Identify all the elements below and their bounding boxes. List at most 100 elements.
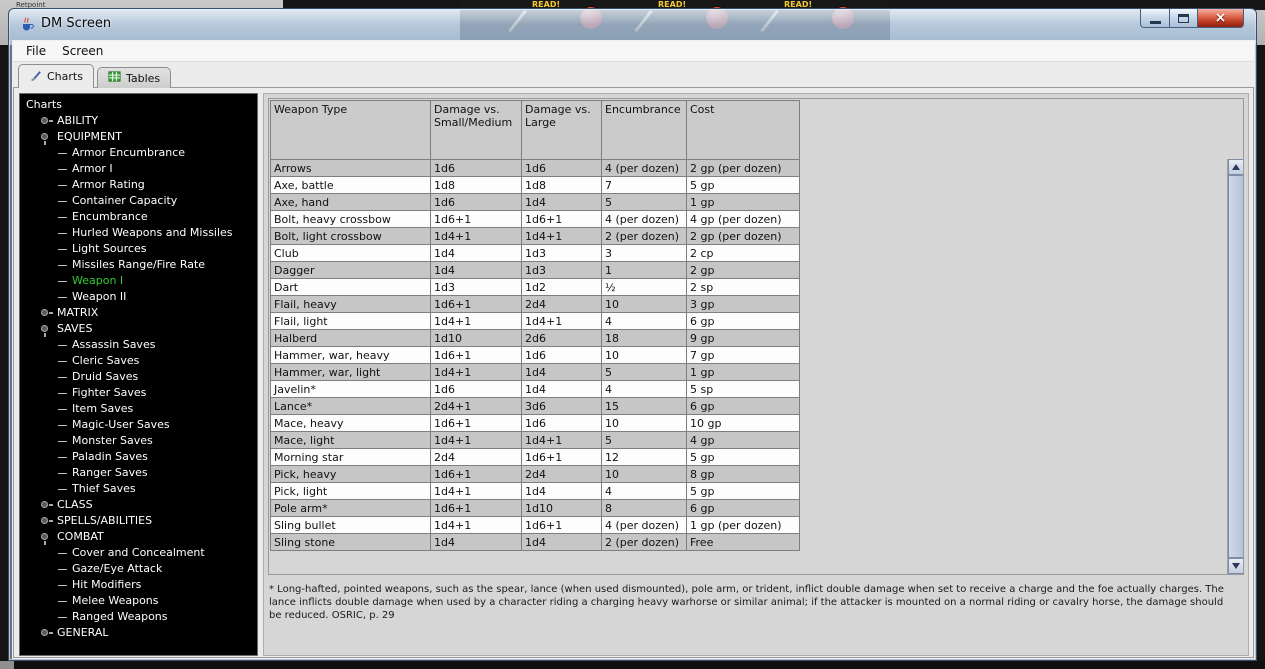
column-header-cost[interactable]: Cost — [686, 100, 800, 160]
expand-handle-icon[interactable] — [40, 500, 53, 511]
table-cell: 3 — [601, 244, 687, 262]
collapse-handle-icon[interactable] — [40, 532, 53, 545]
tree-item-saves[interactable]: SAVES — [20, 321, 257, 337]
table-row[interactable]: Hammer, war, light 1d4+1 1d4 5 1 gp — [270, 363, 800, 381]
tree-item-container-capacity[interactable]: Container Capacity — [20, 193, 257, 209]
tree-item-monster-saves[interactable]: Monster Saves — [20, 433, 257, 449]
tree-item-armor-rating[interactable]: Armor Rating — [20, 177, 257, 193]
tree-item-ranger-saves[interactable]: Ranger Saves — [20, 465, 257, 481]
column-header-encumbrance[interactable]: Encumbrance — [601, 100, 687, 160]
table-row[interactable]: Halberd 1d10 2d6 18 9 gp — [270, 329, 800, 347]
table-row[interactable]: Sling stone 1d4 1d4 2 (per dozen) Free — [270, 533, 800, 551]
tree-item-gaze-eye-attack[interactable]: Gaze/Eye Attack — [20, 561, 257, 577]
tree-item-druid-saves[interactable]: Druid Saves — [20, 369, 257, 385]
tree-item-class[interactable]: CLASS — [20, 497, 257, 513]
table-row[interactable]: Bolt, light crossbow 1d4+1 1d4+1 2 (per doz… — [270, 227, 800, 245]
table-row[interactable]: Pole arm* 1d6+1 1d10 8 6 gp — [270, 499, 800, 517]
table-row[interactable]: Flail, light 1d4+1 1d4+1 4 6 gp — [270, 312, 800, 330]
minimize-button[interactable] — [1140, 9, 1170, 28]
tree-root-label: Charts — [26, 98, 62, 111]
table-row[interactable]: Hammer, war, heavy 1d6+1 1d6 10 7 gp — [270, 346, 800, 364]
table-cell: 5 sp — [686, 380, 800, 398]
tree-item-weapon-ii[interactable]: Weapon II — [20, 289, 257, 305]
tree-item-armor-encumbrance[interactable]: Armor Encumbrance — [20, 145, 257, 161]
title-bar[interactable]: DM Screen × — [9, 9, 1256, 40]
tree-item-weapon-i[interactable]: Weapon I — [20, 273, 257, 289]
tree-item-matrix[interactable]: MATRIX — [20, 305, 257, 321]
table-row[interactable]: Javelin* 1d6 1d4 4 5 sp — [270, 380, 800, 398]
tree-item-armor-i[interactable]: Armor I — [20, 161, 257, 177]
tree-item-assassin-saves[interactable]: Assassin Saves — [20, 337, 257, 353]
table-row[interactable]: Flail, heavy 1d6+1 2d4 10 3 gp — [270, 295, 800, 313]
table-row[interactable]: Axe, battle 1d8 1d8 7 5 gp — [270, 176, 800, 194]
table-row[interactable]: Bolt, heavy crossbow 1d6+1 1d6+1 4 (per doz… — [270, 210, 800, 228]
tree-item-missiles-range-fire-rate[interactable]: Missiles Range/Fire Rate — [20, 257, 257, 273]
scrollbar-thumb[interactable] — [1228, 175, 1243, 558]
expand-handle-icon[interactable] — [40, 628, 53, 639]
tree-item-label: ABILITY — [57, 114, 99, 127]
table-cell: 2d4 — [521, 465, 602, 483]
tab-tables[interactable]: Tables — [96, 67, 172, 88]
tree-branch-line — [58, 568, 67, 570]
tree-item-paladin-saves[interactable]: Paladin Saves — [20, 449, 257, 465]
table-cell: ½ — [601, 278, 687, 296]
tree-item-encumbrance[interactable]: Encumbrance — [20, 209, 257, 225]
tree-item-general[interactable]: GENERAL — [20, 625, 257, 641]
scroll-up-button[interactable] — [1228, 159, 1243, 175]
expand-handle-icon[interactable] — [40, 308, 53, 319]
tree-item-thief-saves[interactable]: Thief Saves — [20, 481, 257, 497]
collapse-handle-icon[interactable] — [40, 132, 53, 145]
tree-item-equipment[interactable]: EQUIPMENT — [20, 129, 257, 145]
tree-item-combat[interactable]: COMBAT — [20, 529, 257, 545]
tree-item-ability[interactable]: ABILITY — [20, 113, 257, 129]
column-header-damage-vs-small-medium[interactable]: Damage vs. Small/Medium — [430, 100, 522, 160]
tree-item-cover-and-concealment[interactable]: Cover and Concealment — [20, 545, 257, 561]
tree-item-label: Druid Saves — [72, 370, 139, 383]
table-row[interactable]: Arrows 1d6 1d6 4 (per dozen) 2 gp (per dozen… — [270, 159, 800, 177]
table-row[interactable]: Mace, light 1d4+1 1d4+1 5 4 gp — [270, 431, 800, 449]
expand-handle-icon[interactable] — [40, 516, 53, 527]
table-row[interactable]: Mace, heavy 1d6+1 1d6 10 10 gp — [270, 414, 800, 432]
tree-root-charts[interactable]: Charts — [20, 97, 257, 113]
tree-item-spells-abilities[interactable]: SPELLS/ABILITIES — [20, 513, 257, 529]
maximize-button[interactable] — [1170, 9, 1198, 28]
tree-item-hurled-weapons-and-missiles[interactable]: Hurled Weapons and Missiles — [20, 225, 257, 241]
scroll-down-button[interactable] — [1228, 558, 1243, 574]
table-cell: 2d6 — [521, 329, 602, 347]
tree-item-melee-weapons[interactable]: Melee Weapons — [20, 593, 257, 609]
menu-file[interactable]: File — [18, 42, 54, 60]
tree-item-hit-modifiers[interactable]: Hit Modifiers — [20, 577, 257, 593]
table-cell: Bolt, light crossbow — [270, 227, 431, 245]
tab-charts[interactable]: Charts — [18, 64, 94, 88]
tree-item-ranged-weapons[interactable]: Ranged Weapons — [20, 609, 257, 625]
menu-screen[interactable]: Screen — [54, 42, 111, 60]
table-row[interactable]: Sling bullet 1d4+1 1d6+1 4 (per dozen) 1 gp … — [270, 516, 800, 534]
collapse-handle-icon[interactable] — [40, 324, 53, 337]
column-header-weapon-type[interactable]: Weapon Type — [270, 100, 431, 160]
table-cell: 1d4+1 — [430, 227, 522, 245]
table-cell: 1 gp — [686, 193, 800, 211]
table-cell: 1d4+1 — [430, 312, 522, 330]
java-cup-icon — [19, 16, 35, 32]
table-row[interactable]: Morning star 2d4 1d6+1 12 5 gp — [270, 448, 800, 466]
table-row[interactable]: Dart 1d3 1d2 ½ 2 sp — [270, 278, 800, 296]
table-row[interactable]: Club 1d4 1d3 3 2 cp — [270, 244, 800, 262]
table-row[interactable]: Dagger 1d4 1d3 1 2 gp — [270, 261, 800, 279]
table-cell: 4 — [601, 482, 687, 500]
table-cell: 7 — [601, 176, 687, 194]
vertical-scrollbar[interactable] — [1227, 159, 1243, 574]
table-row[interactable]: Pick, heavy 1d6+1 2d4 10 8 gp — [270, 465, 800, 483]
table-row[interactable]: Lance* 2d4+1 3d6 15 6 gp — [270, 397, 800, 415]
tree-item-light-sources[interactable]: Light Sources — [20, 241, 257, 257]
table-row[interactable]: Axe, hand 1d6 1d4 5 1 gp — [270, 193, 800, 211]
close-button[interactable]: × — [1198, 9, 1244, 28]
table-row[interactable]: Pick, light 1d4+1 1d4 4 5 gp — [270, 482, 800, 500]
tree-item-fighter-saves[interactable]: Fighter Saves — [20, 385, 257, 401]
table-cell: 8 gp — [686, 465, 800, 483]
column-header-damage-vs-large[interactable]: Damage vs. Large — [521, 100, 602, 160]
expand-handle-icon[interactable] — [40, 116, 53, 127]
tree-item-magic-user-saves[interactable]: Magic-User Saves — [20, 417, 257, 433]
menu-bar: File Screen — [13, 41, 1254, 62]
tree-item-cleric-saves[interactable]: Cleric Saves — [20, 353, 257, 369]
tree-item-item-saves[interactable]: Item Saves — [20, 401, 257, 417]
